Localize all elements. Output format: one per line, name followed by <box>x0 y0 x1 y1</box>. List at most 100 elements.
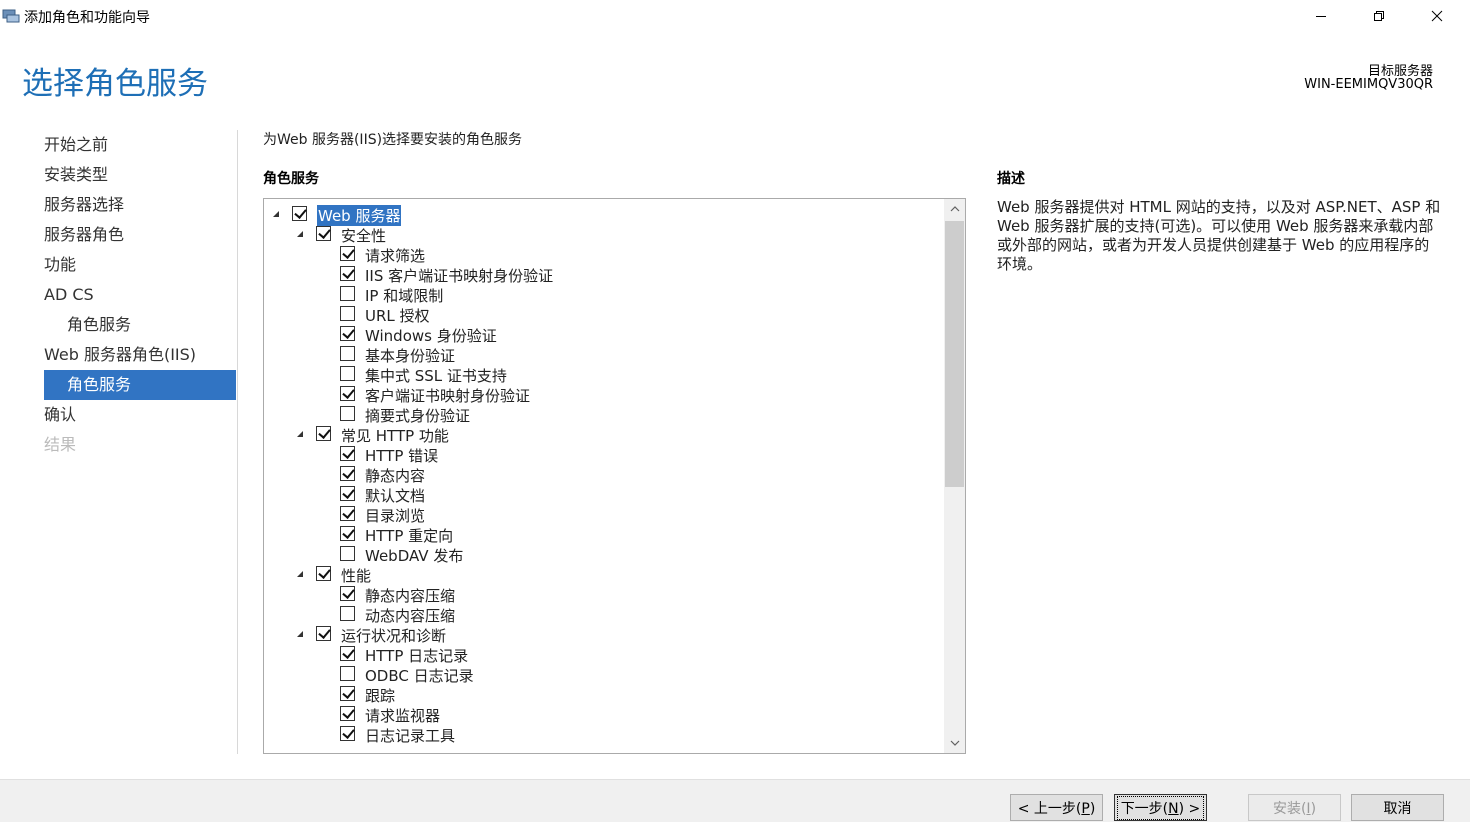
tree-row[interactable]: 日志记录工具 <box>264 724 944 746</box>
minimize-button[interactable] <box>1298 0 1344 32</box>
checkbox[interactable] <box>340 266 355 281</box>
tree-item-label[interactable]: 安全性 <box>341 225 386 246</box>
checkbox[interactable] <box>340 686 355 701</box>
role-services-tree[interactable]: Web 服务器 安全性 请求筛选 IIS 客户端证书映射身份验证 IP 和域限制 URL … <box>263 198 966 754</box>
tree-row[interactable]: Web 服务器 <box>264 204 944 226</box>
checkbox[interactable] <box>292 206 307 221</box>
scroll-thumb[interactable] <box>945 221 964 487</box>
checkbox[interactable] <box>340 346 355 361</box>
checkbox[interactable] <box>340 366 355 381</box>
tree-row[interactable]: 跟踪 <box>264 684 944 706</box>
tree-item-label[interactable]: ODBC 日志记录 <box>365 665 474 686</box>
checkbox[interactable] <box>340 646 355 661</box>
previous-button[interactable]: < 上一步(P) <box>1010 794 1103 821</box>
restore-button[interactable] <box>1356 0 1402 32</box>
tree-row[interactable]: 请求筛选 <box>264 244 944 266</box>
collapse-arrow-icon[interactable] <box>296 570 306 580</box>
checkbox[interactable] <box>340 446 355 461</box>
checkbox[interactable] <box>340 506 355 521</box>
next-button[interactable]: 下一步(N) > <box>1114 794 1207 821</box>
checkbox[interactable] <box>316 566 331 581</box>
close-button[interactable] <box>1414 0 1460 32</box>
tree-item-label[interactable]: IIS 客户端证书映射身份验证 <box>365 265 553 286</box>
checkbox[interactable] <box>340 546 355 561</box>
tree-row[interactable]: 静态内容 <box>264 464 944 486</box>
checkbox[interactable] <box>340 726 355 741</box>
install-button[interactable]: 安装(I) <box>1248 794 1341 821</box>
tree-item-label[interactable]: 静态内容 <box>365 465 425 486</box>
tree-item-label[interactable]: HTTP 错误 <box>365 445 438 466</box>
nav-item[interactable]: 服务器选择 <box>44 190 236 220</box>
tree-item-label[interactable]: IP 和域限制 <box>365 285 443 306</box>
tree-row[interactable]: 常见 HTTP 功能 <box>264 424 944 446</box>
checkbox[interactable] <box>340 326 355 341</box>
tree-item-label[interactable]: 性能 <box>341 565 371 586</box>
checkbox[interactable] <box>340 386 355 401</box>
scroll-up-button[interactable] <box>944 199 965 219</box>
checkbox[interactable] <box>340 706 355 721</box>
tree-item-label[interactable]: 日志记录工具 <box>365 725 455 746</box>
tree-item-label[interactable]: 跟踪 <box>365 685 395 706</box>
checkbox[interactable] <box>316 426 331 441</box>
nav-item[interactable]: 角色服务 <box>44 310 236 340</box>
tree-item-label[interactable]: URL 授权 <box>365 305 430 326</box>
tree-item-label[interactable]: 摘要式身份验证 <box>365 405 470 426</box>
vertical-scrollbar[interactable] <box>944 199 965 753</box>
checkbox[interactable] <box>340 526 355 541</box>
tree-row[interactable]: 性能 <box>264 564 944 586</box>
tree-row[interactable]: URL 授权 <box>264 304 944 326</box>
tree-item-label[interactable]: 集中式 SSL 证书支持 <box>365 365 507 386</box>
checkbox[interactable] <box>340 486 355 501</box>
nav-item[interactable]: 服务器角色 <box>44 220 236 250</box>
collapse-arrow-icon[interactable] <box>272 210 282 220</box>
tree-item-label[interactable]: 客户端证书映射身份验证 <box>365 385 530 406</box>
tree-row[interactable]: 集中式 SSL 证书支持 <box>264 364 944 386</box>
checkbox[interactable] <box>340 406 355 421</box>
tree-row[interactable]: WebDAV 发布 <box>264 544 944 566</box>
tree-item-label[interactable]: 基本身份验证 <box>365 345 455 366</box>
nav-item[interactable]: 开始之前 <box>44 130 236 160</box>
collapse-arrow-icon[interactable] <box>296 630 306 640</box>
checkbox[interactable] <box>340 246 355 261</box>
tree-row[interactable]: HTTP 错误 <box>264 444 944 466</box>
checkbox[interactable] <box>340 306 355 321</box>
nav-item[interactable]: 确认 <box>44 400 236 430</box>
collapse-arrow-icon[interactable] <box>296 430 306 440</box>
tree-row[interactable]: Windows 身份验证 <box>264 324 944 346</box>
cancel-button[interactable]: 取消 <box>1351 794 1444 821</box>
checkbox[interactable] <box>340 286 355 301</box>
tree-item-label[interactable]: 请求筛选 <box>365 245 425 266</box>
nav-item[interactable]: 角色服务 <box>44 370 236 400</box>
tree-item-label[interactable]: Web 服务器 <box>317 205 402 226</box>
checkbox[interactable] <box>316 226 331 241</box>
tree-row[interactable]: 安全性 <box>264 224 944 246</box>
tree-item-label[interactable]: 请求监视器 <box>365 705 440 726</box>
scroll-down-button[interactable] <box>944 733 965 753</box>
tree-item-label[interactable]: 静态内容压缩 <box>365 585 455 606</box>
tree-item-label[interactable]: 动态内容压缩 <box>365 605 455 626</box>
checkbox[interactable] <box>340 466 355 481</box>
tree-item-label[interactable]: HTTP 重定向 <box>365 525 453 546</box>
checkbox[interactable] <box>316 626 331 641</box>
tree-row[interactable]: IP 和域限制 <box>264 284 944 306</box>
tree-item-label[interactable]: Windows 身份验证 <box>365 325 497 346</box>
tree-item-label[interactable]: WebDAV 发布 <box>365 545 463 566</box>
tree-row[interactable]: HTTP 日志记录 <box>264 644 944 666</box>
checkbox[interactable] <box>340 606 355 621</box>
nav-item[interactable]: 安装类型 <box>44 160 236 190</box>
tree-row[interactable]: ODBC 日志记录 <box>264 664 944 686</box>
nav-item[interactable]: 功能 <box>44 250 236 280</box>
tree-row[interactable]: IIS 客户端证书映射身份验证 <box>264 264 944 286</box>
tree-row[interactable]: 请求监视器 <box>264 704 944 726</box>
tree-item-label[interactable]: 运行状况和诊断 <box>341 625 446 646</box>
tree-row[interactable]: 动态内容压缩 <box>264 604 944 626</box>
tree-row[interactable]: 摘要式身份验证 <box>264 404 944 426</box>
tree-item-label[interactable]: HTTP 日志记录 <box>365 645 468 666</box>
tree-row[interactable]: 静态内容压缩 <box>264 584 944 606</box>
tree-item-label[interactable]: 目录浏览 <box>365 505 425 526</box>
collapse-arrow-icon[interactable] <box>296 230 306 240</box>
checkbox[interactable] <box>340 586 355 601</box>
tree-item-label[interactable]: 常见 HTTP 功能 <box>341 425 449 446</box>
tree-row[interactable]: 默认文档 <box>264 484 944 505</box>
tree-row[interactable]: HTTP 重定向 <box>264 524 944 546</box>
